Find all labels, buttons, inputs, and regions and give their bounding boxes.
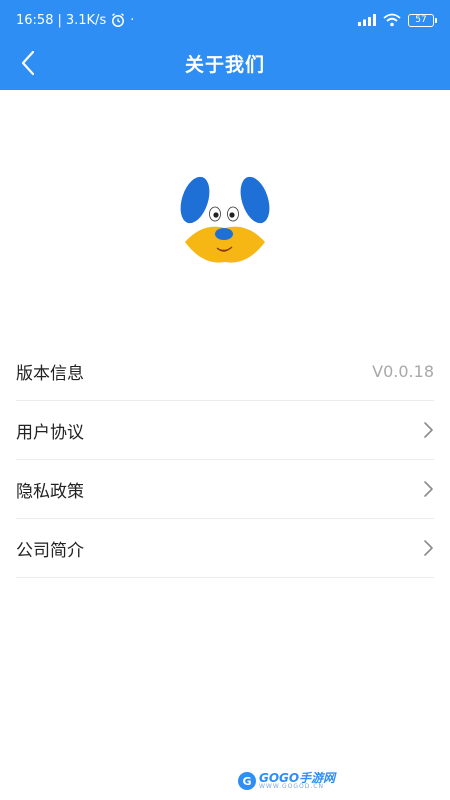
version-info-row: 版本信息 V0.0.18 <box>16 342 434 401</box>
app-logo <box>180 176 270 263</box>
watermark-url: WWW.GOGOD.CN <box>259 783 324 790</box>
user-agreement-row[interactable]: 用户协议 <box>16 401 434 460</box>
company-intro-label: 公司简介 <box>16 540 84 561</box>
back-arrow-icon <box>21 50 35 76</box>
app-header: 16:58 | 3.1K/s · 57 关于我们 <box>0 0 450 90</box>
battery-icon: 57 <box>408 13 437 27</box>
version-number: V0.0.18 <box>372 361 434 381</box>
more-notifications-icon: · <box>130 12 135 28</box>
page-title: 关于我们 <box>184 53 265 76</box>
company-intro-row[interactable]: 公司简介 <box>16 519 434 578</box>
privacy-policy-label: 隐私政策 <box>16 481 84 502</box>
status-bar: 16:58 | 3.1K/s · 57 <box>0 0 450 40</box>
privacy-policy-row[interactable]: 隐私政策 <box>16 460 434 519</box>
user-agreement-label: 用户协议 <box>16 422 84 443</box>
alarm-icon <box>112 13 125 27</box>
watermark: G GOGO手游网 WWW.GOGOD.CN <box>238 770 335 792</box>
battery-level: 57 <box>415 14 427 25</box>
chevron-right-icon <box>424 540 433 556</box>
signal-icon <box>358 14 376 26</box>
watermark-logo-icon: G <box>238 772 256 790</box>
status-divider: | <box>57 12 62 28</box>
wifi-icon <box>383 13 401 27</box>
version-info-label: 版本信息 <box>16 363 84 384</box>
network-speed: 3.1K/s <box>65 12 107 28</box>
status-time: 16:58 <box>16 12 54 28</box>
navigation-bar: 关于我们 <box>0 40 450 86</box>
about-menu-list: 版本信息 V0.0.18 用户协议 隐私政策 公司简介 <box>16 342 434 578</box>
back-button[interactable] <box>10 45 46 81</box>
chevron-right-icon <box>424 422 433 438</box>
chevron-right-icon <box>424 481 433 497</box>
